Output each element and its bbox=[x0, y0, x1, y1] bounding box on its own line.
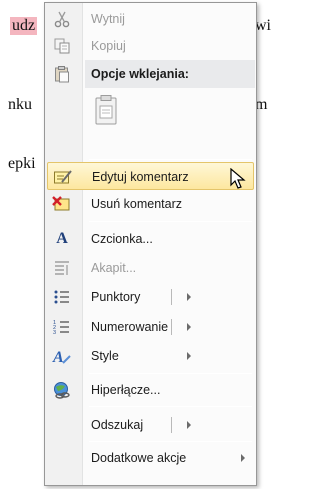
menu-item-edit-comment[interactable]: Edytuj komentarz bbox=[47, 162, 254, 190]
menu-item-label: Dodatkowe akcje bbox=[91, 451, 187, 465]
menu-separator bbox=[89, 406, 252, 407]
menu-item-numbering[interactable]: 1 2 3 Numerowanie bbox=[47, 313, 254, 341]
submenu-arrow-icon[interactable] bbox=[187, 293, 191, 301]
svg-text:A: A bbox=[52, 349, 64, 365]
menu-item-font[interactable]: A Czcionka... bbox=[47, 225, 254, 253]
doc-text-fragment: nku bbox=[8, 96, 32, 113]
styles-icon: A bbox=[51, 346, 73, 366]
menu-item-copy[interactable]: Kopiuj bbox=[47, 32, 254, 60]
menu-item-label: Akapit... bbox=[91, 261, 137, 275]
menu-item-bullets[interactable]: Punktory bbox=[47, 283, 254, 311]
menu-item-label: Style bbox=[91, 349, 119, 363]
paragraph-icon bbox=[51, 258, 73, 278]
submenu-arrow-icon[interactable] bbox=[187, 323, 191, 331]
menu-item-label: Edytuj komentarz bbox=[92, 170, 189, 184]
menu-item-label: Kopiuj bbox=[91, 39, 126, 53]
menu-item-lookup[interactable]: Odszukaj bbox=[47, 411, 254, 439]
menu-item-label: Odszukaj bbox=[91, 418, 144, 432]
paste-options-label: Opcje wklejania: bbox=[91, 67, 189, 81]
paste-header-icon-cell bbox=[47, 60, 83, 88]
menu-item-label: Czcionka... bbox=[91, 232, 153, 246]
font-icon: A bbox=[56, 230, 68, 247]
menu-item-label: Numerowanie bbox=[91, 320, 169, 334]
submenu-arrow-icon bbox=[241, 454, 245, 462]
doc-text-fragment: wi bbox=[255, 17, 271, 34]
menu-item-delete-comment[interactable]: Usuń komentarz bbox=[47, 190, 254, 218]
submenu-arrow-icon bbox=[187, 352, 191, 360]
menu-item-label: Punktory bbox=[91, 290, 141, 304]
svg-text:3: 3 bbox=[53, 330, 56, 336]
menu-separator bbox=[89, 373, 252, 374]
scissors-icon bbox=[51, 9, 73, 29]
submenu-arrow-icon[interactable] bbox=[187, 421, 191, 429]
copy-icon bbox=[51, 36, 73, 56]
menu-item-label: Hiperłącze... bbox=[91, 383, 161, 397]
menu-item-label: Wytnij bbox=[91, 12, 125, 26]
split-divider bbox=[171, 319, 172, 335]
doc-text-fragment: epki bbox=[8, 155, 36, 172]
delete-comment-icon bbox=[51, 194, 73, 214]
split-divider bbox=[171, 417, 172, 433]
edit-comment-icon bbox=[52, 167, 74, 187]
paste-keep-text-icon[interactable] bbox=[93, 94, 119, 126]
menu-item-hyperlink[interactable]: Hiperłącze... bbox=[47, 376, 254, 404]
menu-item-styles[interactable]: A Style bbox=[47, 342, 254, 370]
menu-item-paragraph[interactable]: Akapit... bbox=[47, 254, 254, 282]
menu-item-additional-actions[interactable]: Dodatkowe akcje bbox=[47, 444, 254, 472]
menu-item-label: Usuń komentarz bbox=[91, 197, 183, 211]
bullets-icon bbox=[51, 287, 73, 307]
menu-item-cut[interactable]: Wytnij bbox=[47, 5, 254, 33]
numbering-icon: 1 2 3 bbox=[51, 317, 73, 337]
menu-separator bbox=[89, 221, 252, 222]
menu-separator bbox=[89, 159, 252, 160]
commented-text[interactable]: udz bbox=[10, 17, 38, 35]
menu-separator bbox=[89, 441, 252, 442]
clipboard-icon bbox=[51, 64, 73, 84]
hyperlink-icon bbox=[51, 380, 73, 400]
mouse-cursor-icon bbox=[230, 168, 246, 189]
split-divider bbox=[171, 289, 172, 305]
paste-options-header: Opcje wklejania: bbox=[85, 60, 255, 88]
context-menu: Wytnij Kopiuj Opcje wklejania: Edytuj ko… bbox=[44, 2, 257, 486]
